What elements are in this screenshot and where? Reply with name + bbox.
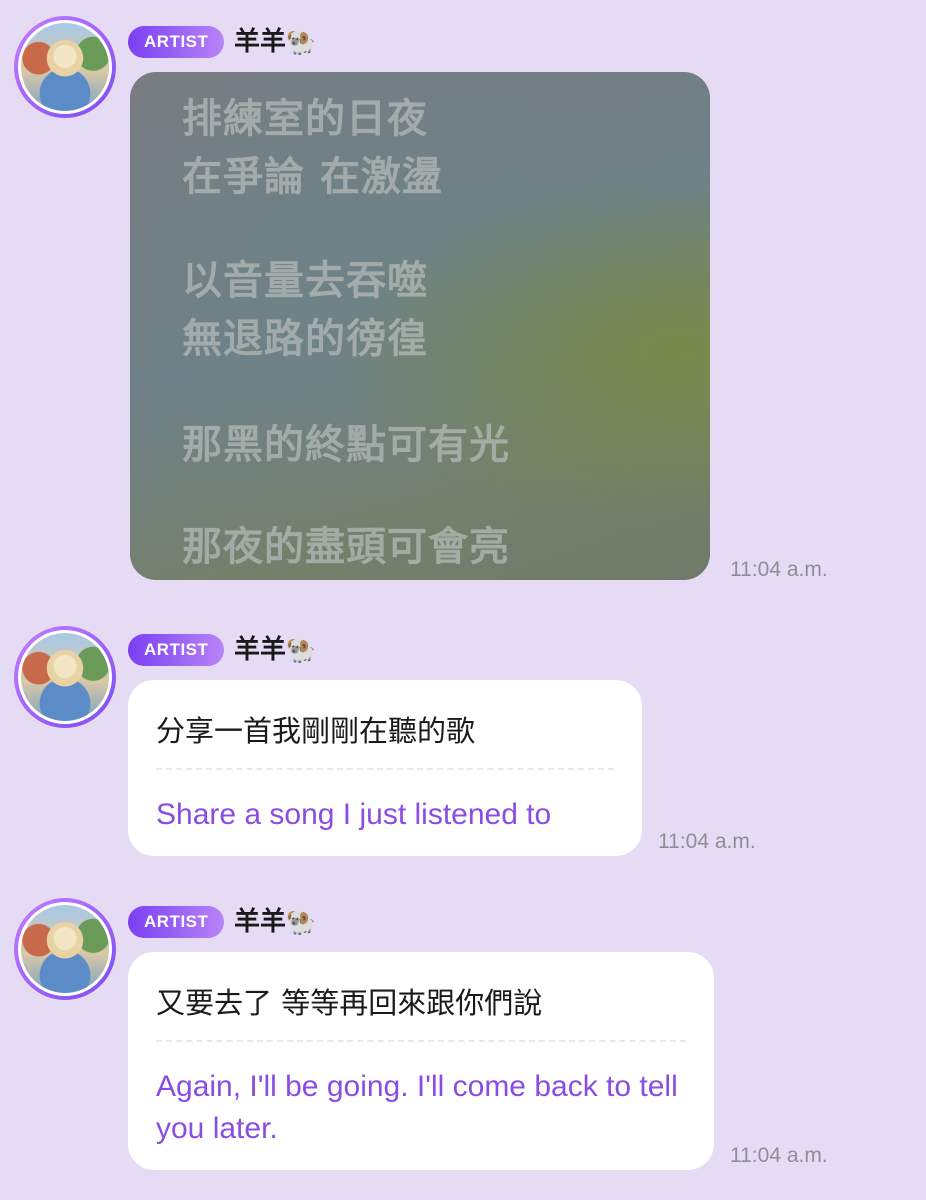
avatar-photo (18, 902, 112, 996)
ram-emoji-icon: 🐏 (286, 908, 316, 936)
message-time: 11:04 a.m. (730, 1144, 828, 1167)
username: 羊羊🐏 (234, 634, 316, 666)
username-text: 羊羊 (234, 27, 287, 57)
message-time: 11:04 a.m. (730, 558, 828, 581)
lyric-line: 那夜的盡頭可會亮 (182, 524, 510, 570)
username: 羊羊🐏 (234, 906, 316, 938)
ram-emoji-icon: 🐏 (286, 28, 316, 56)
divider (156, 768, 614, 770)
artist-badge: ARTIST (128, 906, 225, 938)
avatar-photo (18, 630, 112, 724)
avatar-photo (18, 20, 112, 114)
avatar[interactable] (14, 898, 116, 1000)
avatar[interactable] (14, 16, 116, 118)
username: 羊羊🐏 (234, 26, 316, 58)
divider (156, 1040, 686, 1042)
lyric-line: 排練室的日夜 (182, 96, 428, 142)
translation-text: Share a song I just listened to (156, 798, 552, 831)
lyrics-image[interactable]: 排練室的日夜 在爭論 在激盪 以音量去吞噬 無退路的徬徨 那黑的終點可有光 那夜… (130, 72, 710, 580)
message-bubble[interactable]: 分享一首我剛剛在聽的歌 Share a song I just listened… (128, 680, 642, 856)
message-time: 11:04 a.m. (658, 830, 756, 853)
chat-feed[interactable]: ARTIST 羊羊🐏 排練室的日夜 在爭論 在激盪 以音量去吞噬 無退路的徬徨 … (0, 0, 926, 1200)
message-bubble[interactable]: 又要去了 等等再回來跟你們說 Again, I'll be going. I'l… (128, 952, 714, 1170)
artist-badge: ARTIST (128, 634, 225, 666)
ram-emoji-icon: 🐏 (286, 636, 316, 664)
username-text: 羊羊 (234, 635, 287, 665)
lyric-line: 那黑的終點可有光 (182, 422, 510, 468)
username-text: 羊羊 (234, 907, 287, 937)
lyric-line: 以音量去吞噬 (182, 258, 428, 304)
lyric-line: 無退路的徬徨 (182, 316, 428, 362)
original-text: 分享一首我剛剛在聽的歌 (156, 714, 476, 748)
translation-text: Again, I'll be going. I'll come back to … (156, 1070, 678, 1145)
original-text: 又要去了 等等再回來跟你們說 (156, 986, 543, 1020)
lyric-line: 在爭論 在激盪 (182, 154, 443, 200)
avatar[interactable] (14, 626, 116, 728)
artist-badge: ARTIST (128, 26, 225, 58)
